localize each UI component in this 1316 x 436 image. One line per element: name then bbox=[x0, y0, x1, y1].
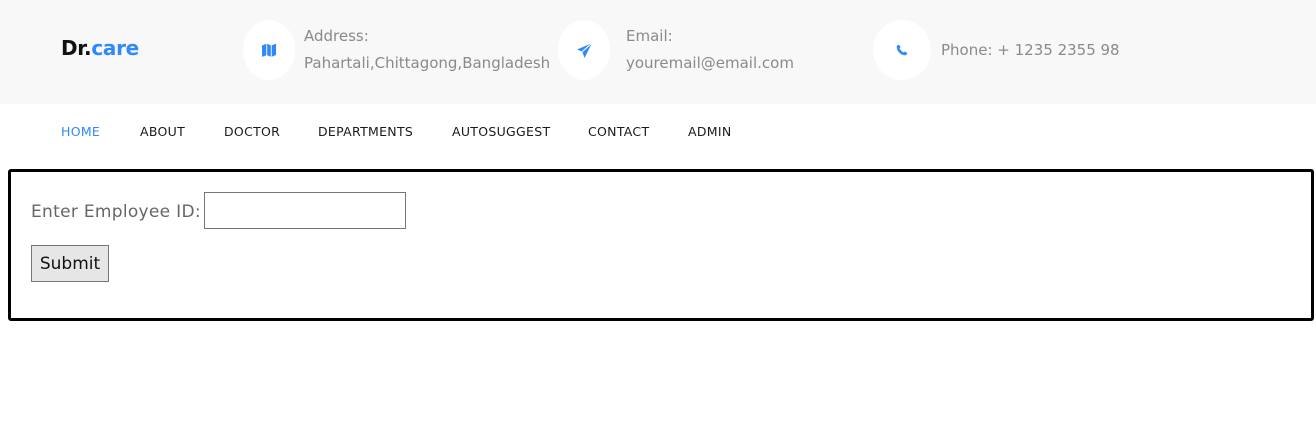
submit-button[interactable]: Submit bbox=[31, 245, 109, 282]
address-value: Pahartali,Chittagong,Bangladesh bbox=[304, 54, 551, 72]
nav-item-doctor[interactable]: DOCTOR bbox=[224, 124, 280, 139]
phone-icon bbox=[896, 44, 908, 56]
nav-item-autosuggest[interactable]: AUTOSUGGEST bbox=[452, 124, 550, 139]
logo[interactable]: Dr.care bbox=[61, 36, 139, 60]
phone-icon-circle bbox=[873, 20, 931, 80]
email-value[interactable]: youremail@email.com bbox=[626, 54, 794, 72]
address-label: Address: bbox=[304, 27, 369, 45]
nav-item-departments[interactable]: DEPARTMENTS bbox=[318, 124, 413, 139]
employee-form: Enter Employee ID: Submit bbox=[8, 169, 1314, 321]
nav-item-home[interactable]: HOME bbox=[61, 124, 100, 139]
logo-text-care: care bbox=[91, 36, 139, 60]
employee-id-label: Enter Employee ID: bbox=[31, 202, 201, 222]
main-nav: HOME ABOUT DOCTOR DEPARTMENTS AUTOSUGGES… bbox=[0, 104, 1316, 160]
address-icon-circle bbox=[243, 20, 295, 80]
logo-text-dr: Dr. bbox=[61, 36, 92, 60]
email-icon-circle bbox=[558, 20, 610, 80]
paper-plane-icon bbox=[576, 42, 593, 59]
employee-id-input[interactable] bbox=[204, 192, 406, 229]
nav-item-admin[interactable]: ADMIN bbox=[688, 124, 732, 139]
map-icon bbox=[261, 42, 277, 58]
phone-text[interactable]: Phone: + 1235 2355 98 bbox=[941, 41, 1120, 59]
email-label: Email: bbox=[626, 27, 673, 45]
top-info-bar: Dr.care Address: Pahartali,Chittagong,Ba… bbox=[0, 0, 1316, 104]
nav-item-contact[interactable]: CONTACT bbox=[588, 124, 649, 139]
nav-item-about[interactable]: ABOUT bbox=[140, 124, 185, 139]
